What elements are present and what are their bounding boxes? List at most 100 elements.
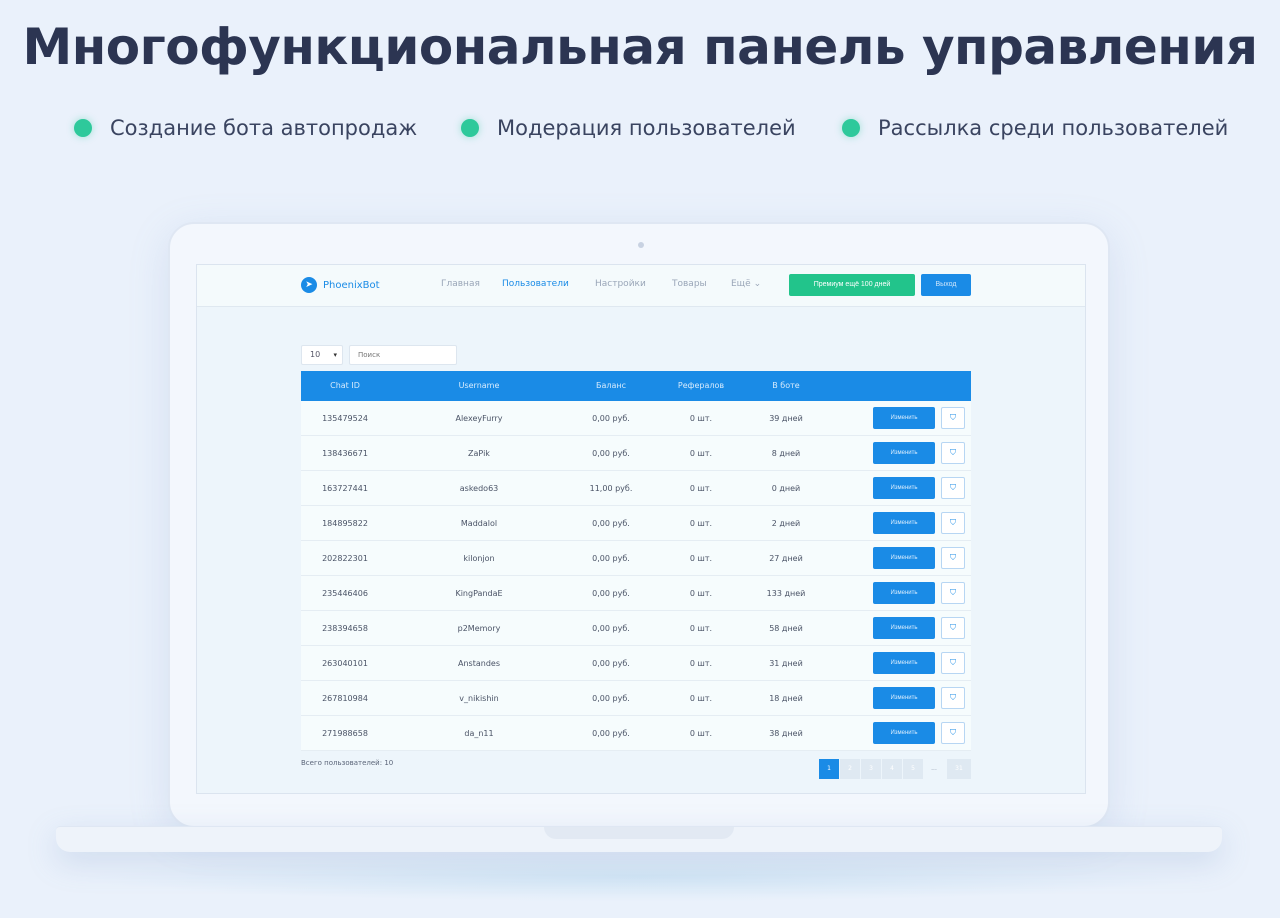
cell-in-bot: 58 дней bbox=[769, 624, 803, 633]
cell-chat-id: 135479524 bbox=[322, 414, 368, 423]
page-button[interactable]: 5 bbox=[903, 759, 923, 779]
column-header: Баланс bbox=[595, 381, 627, 390]
cell-username: da_n11 bbox=[464, 729, 494, 738]
cell-referrals: 0 шт. bbox=[689, 519, 713, 528]
logout-button[interactable]: Выход bbox=[921, 274, 971, 296]
laptop-base bbox=[56, 826, 1222, 852]
page-headline: Многофункциональная панель управления bbox=[22, 18, 1259, 76]
feature-label: Рассылка среди пользователей bbox=[878, 116, 1229, 140]
cell-chat-id: 202822301 bbox=[322, 554, 368, 563]
nav-settings[interactable]: Настройки bbox=[595, 279, 646, 289]
cell-balance: 0,00 руб. bbox=[592, 519, 630, 528]
table-row: 263040101 Anstandes 0,00 руб. 0 шт. 31 дней И… bbox=[301, 646, 971, 681]
shield-icon[interactable]: ⛉ bbox=[941, 652, 965, 674]
pagination: 1 2 3 4 5... 31 bbox=[819, 759, 972, 779]
cell-referrals: 0 шт. bbox=[689, 694, 713, 703]
laptop-lid: ➤ PhoenixBot Главная Пользователи Настро… bbox=[168, 222, 1110, 828]
cell-in-bot: 38 дней bbox=[769, 729, 803, 738]
cell-chat-id: 267810984 bbox=[322, 694, 368, 703]
shield-icon[interactable]: ⛉ bbox=[941, 512, 965, 534]
feature-item: Создание бота автопродаж bbox=[74, 116, 417, 140]
camera-icon bbox=[638, 242, 644, 248]
cell-balance: 11,00 руб. bbox=[589, 484, 633, 493]
nav-home[interactable]: Главная bbox=[441, 279, 480, 289]
cell-username: Maddalol bbox=[460, 519, 498, 528]
cell-referrals: 0 шт. bbox=[689, 589, 713, 598]
edit-button[interactable]: Изменить bbox=[873, 652, 935, 674]
cell-chat-id: 163727441 bbox=[322, 484, 368, 493]
app-logo[interactable]: ➤ PhoenixBot bbox=[301, 277, 380, 293]
shield-icon[interactable]: ⛉ bbox=[941, 477, 965, 499]
edit-button[interactable]: Изменить bbox=[873, 547, 935, 569]
bullet-dot-icon bbox=[461, 119, 479, 137]
cell-balance: 0,00 руб. bbox=[592, 554, 630, 563]
page-button[interactable]: 2 bbox=[840, 759, 860, 779]
cell-referrals: 0 шт. bbox=[689, 554, 713, 563]
cell-username: AlexeyFurry bbox=[455, 414, 503, 423]
cell-in-bot: 27 дней bbox=[769, 554, 803, 563]
cell-in-bot: 0 дней bbox=[771, 484, 801, 493]
cell-username: kilonjon bbox=[463, 554, 495, 563]
edit-button[interactable]: Изменить bbox=[873, 687, 935, 709]
per-page-select[interactable]: 10 ▾ bbox=[301, 345, 343, 365]
feature-label: Модерация пользователей bbox=[497, 116, 796, 140]
table-row: 184895822 Maddalol 0,00 руб. 0 шт. 2 дней Изм… bbox=[301, 506, 971, 541]
edit-button[interactable]: Изменить bbox=[873, 582, 935, 604]
search-input[interactable] bbox=[349, 345, 457, 365]
cell-balance: 0,00 руб. bbox=[592, 694, 630, 703]
table-row: 202822301 kilonjon 0,00 руб. 0 шт. 27 дней Из… bbox=[301, 541, 971, 576]
page-ellipsis: ... bbox=[931, 765, 937, 772]
laptop-screen: ➤ PhoenixBot Главная Пользователи Настро… bbox=[196, 264, 1086, 794]
edit-button[interactable]: Изменить bbox=[873, 407, 935, 429]
table-row: 267810984 v_nikishin 0,00 руб. 0 шт. 18 дней… bbox=[301, 681, 971, 716]
cell-referrals: 0 шт. bbox=[689, 624, 713, 633]
edit-button[interactable]: Изменить bbox=[873, 722, 935, 744]
users-table: Chat ID Username Баланс Рефералов В боте… bbox=[301, 371, 971, 751]
caret-down-icon: ▾ bbox=[333, 351, 337, 359]
nav-products[interactable]: Товары bbox=[672, 279, 707, 289]
app-navbar: ➤ PhoenixBot Главная Пользователи Настро… bbox=[197, 265, 1085, 307]
premium-button[interactable]: Премиум ещё 100 дней bbox=[789, 274, 915, 296]
edit-button[interactable]: Изменить bbox=[873, 442, 935, 464]
page-button[interactable]: 1 bbox=[819, 759, 839, 779]
laptop-shadow bbox=[80, 852, 1200, 902]
per-page-value: 10 bbox=[310, 350, 321, 359]
cell-username: Anstandes bbox=[458, 659, 500, 668]
shield-icon[interactable]: ⛉ bbox=[941, 722, 965, 744]
cell-balance: 0,00 руб. bbox=[592, 659, 630, 668]
cell-balance: 0,00 руб. bbox=[592, 414, 630, 423]
page-button[interactable]: 3 bbox=[861, 759, 881, 779]
cell-username: p2Memory bbox=[457, 624, 501, 633]
shield-icon[interactable]: ⛉ bbox=[941, 407, 965, 429]
phoenix-logo-icon: ➤ bbox=[301, 277, 317, 293]
cell-chat-id: 271988658 bbox=[322, 729, 368, 738]
page-button[interactable]: 4 bbox=[882, 759, 902, 779]
shield-icon[interactable]: ⛉ bbox=[941, 442, 965, 464]
cell-in-bot: 8 дней bbox=[771, 449, 801, 458]
cell-balance: 0,00 руб. bbox=[592, 624, 630, 633]
cell-chat-id: 235446406 bbox=[322, 589, 368, 598]
edit-button[interactable]: Изменить bbox=[873, 512, 935, 534]
cell-chat-id: 238394658 bbox=[322, 624, 368, 633]
shield-icon[interactable]: ⛉ bbox=[941, 687, 965, 709]
cell-balance: 0,00 руб. bbox=[592, 589, 630, 598]
nav-users[interactable]: Пользователи bbox=[502, 279, 569, 289]
edit-button[interactable]: Изменить bbox=[873, 477, 935, 499]
cell-balance: 0,00 руб. bbox=[592, 729, 630, 738]
shield-icon[interactable]: ⛉ bbox=[941, 617, 965, 639]
feature-item: Рассылка среди пользователей bbox=[842, 116, 1228, 140]
shield-icon[interactable]: ⛉ bbox=[941, 582, 965, 604]
cell-referrals: 0 шт. bbox=[689, 729, 713, 738]
table-row: 238394658 p2Memory 0,00 руб. 0 шт. 58 дней Из… bbox=[301, 611, 971, 646]
cell-username: askedo63 bbox=[459, 484, 499, 493]
cell-referrals: 0 шт. bbox=[689, 484, 713, 493]
feature-label: Создание бота автопродаж bbox=[110, 116, 418, 140]
brand-name: PhoenixBot bbox=[323, 279, 380, 291]
cell-in-bot: 18 дней bbox=[769, 694, 803, 703]
nav-more[interactable]: Ещё ⌄ bbox=[731, 279, 761, 289]
column-header: Рефералов bbox=[677, 381, 725, 390]
shield-icon[interactable]: ⛉ bbox=[941, 547, 965, 569]
cell-username: KingPandaE bbox=[455, 589, 503, 598]
page-button[interactable]: 31 bbox=[947, 759, 971, 779]
edit-button[interactable]: Изменить bbox=[873, 617, 935, 639]
